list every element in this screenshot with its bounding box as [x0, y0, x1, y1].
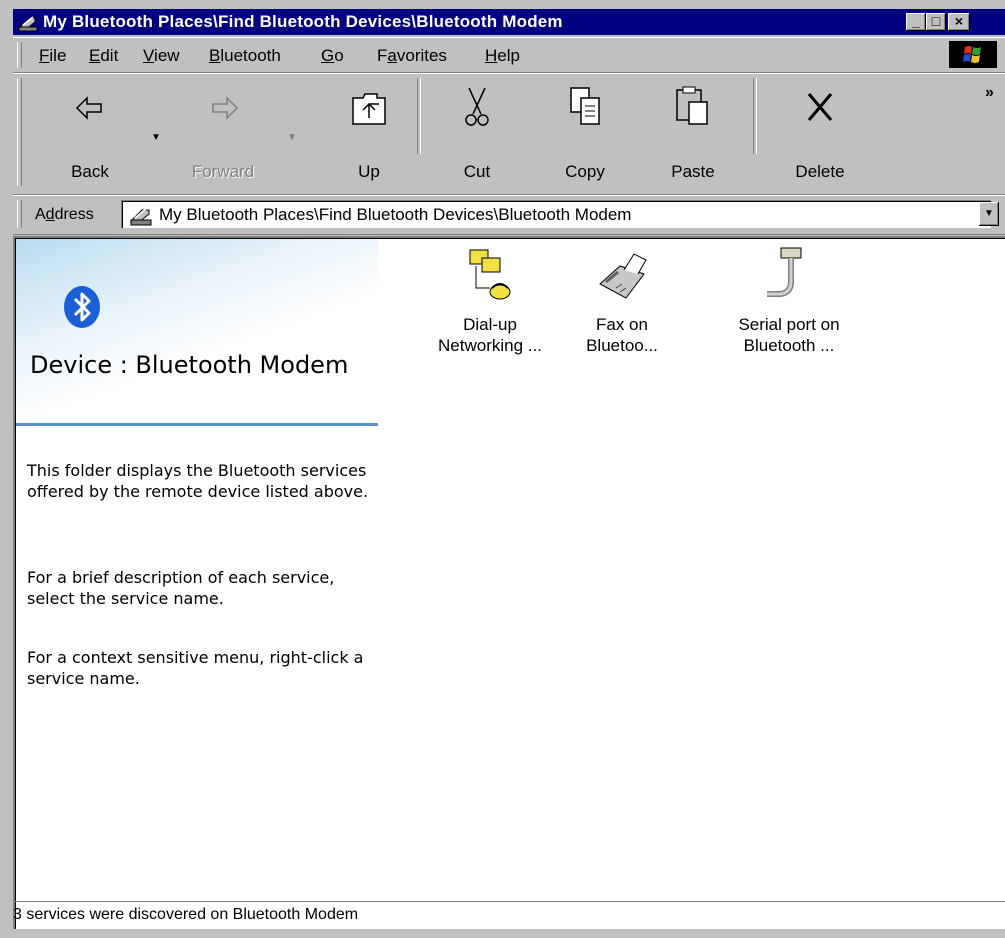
address-label: Address: [35, 206, 94, 223]
up-button[interactable]: Up: [329, 80, 409, 181]
menu-go[interactable]: Go: [321, 46, 344, 66]
explorer-window: My Bluetooth Places\Find Bluetooth Devic…: [0, 0, 1005, 938]
service-serial-port[interactable]: Serial port on Bluetooth ...: [714, 244, 864, 356]
maximize-button[interactable]: □: [926, 13, 946, 31]
forward-arrow-icon: [212, 96, 239, 120]
status-text: 3 services were discovered on Bluetooth …: [13, 906, 359, 923]
standard-toolbar: Back ▼ Forward ▼ Up Cut Copy Paste Delet…: [13, 73, 1005, 195]
back-button[interactable]: Back: [51, 80, 129, 181]
windows-logo-icon: [949, 41, 997, 68]
address-field[interactable]: My Bluetooth Places\Find Bluetooth Devic…: [121, 200, 991, 228]
address-bar: Address My Bluetooth Places\Find Bluetoo…: [13, 195, 1005, 235]
address-dropdown-button[interactable]: ▼: [979, 202, 999, 226]
clipboard-icon: [676, 86, 708, 125]
service-label: Dial-up Networking ...: [438, 315, 542, 355]
menu-edit[interactable]: Edit: [89, 46, 118, 66]
address-grip[interactable]: [17, 200, 22, 228]
close-button[interactable]: ×: [948, 13, 970, 31]
device-title: Device : Bluetooth Modem: [30, 351, 349, 379]
minimize-button[interactable]: _: [906, 13, 926, 31]
folder-view: Device : Bluetooth Modem This folder dis…: [13, 236, 1005, 929]
delete-button[interactable]: Delete: [775, 80, 865, 181]
address-value: My Bluetooth Places\Find Bluetooth Devic…: [159, 205, 632, 224]
status-bar: 3 services were discovered on Bluetooth …: [13, 901, 1005, 938]
menu-bar: File Edit View Bluetooth Go Favorites He…: [13, 37, 1005, 73]
service-fax[interactable]: Fax on Bluetoo...: [547, 244, 697, 356]
window-title: My Bluetooth Places\Find Bluetooth Devic…: [43, 12, 563, 31]
cut-button[interactable]: Cut: [437, 80, 517, 181]
panel-paragraph: This folder displays the Bluetooth servi…: [27, 461, 369, 501]
back-dropdown-icon[interactable]: ▼: [151, 132, 161, 143]
title-bar[interactable]: My Bluetooth Places\Find Bluetooth Devic…: [13, 9, 1005, 35]
menu-favorites[interactable]: Favorites: [377, 46, 447, 66]
toolbar-separator: [417, 78, 421, 154]
toolbar-overflow-button[interactable]: »: [985, 84, 994, 102]
delete-x-icon: [807, 93, 833, 121]
scissors-icon: [465, 87, 489, 126]
paste-button[interactable]: Paste: [649, 80, 737, 181]
copy-icon: [570, 87, 600, 125]
up-folder-icon: [352, 93, 386, 125]
dialup-networking-icon: [469, 249, 511, 300]
toolbar-separator: [753, 78, 757, 154]
service-label: Fax on Bluetoo...: [586, 315, 658, 355]
info-panel-banner: Device : Bluetooth Modem: [16, 239, 378, 419]
bluetooth-modem-icon: [130, 208, 152, 226]
menu-file[interactable]: File: [39, 46, 66, 66]
menu-grip[interactable]: [17, 42, 22, 68]
toolbar-grip[interactable]: [17, 78, 22, 186]
forward-button[interactable]: Forward: [173, 80, 273, 181]
bluetooth-icon: [64, 286, 100, 328]
menu-bluetooth[interactable]: Bluetooth: [209, 46, 281, 66]
panel-divider: [16, 423, 378, 426]
menu-help[interactable]: Help: [485, 46, 520, 66]
serial-port-icon: [767, 247, 802, 297]
back-arrow-icon: [75, 96, 102, 120]
menu-view[interactable]: View: [143, 46, 180, 66]
forward-dropdown-icon[interactable]: ▼: [287, 132, 297, 143]
service-label: Serial port on Bluetooth ...: [738, 315, 840, 355]
service-dialup-networking[interactable]: Dial-up Networking ...: [415, 244, 565, 356]
fax-icon: [599, 253, 647, 299]
panel-paragraph: For a context sensitive menu, right-clic…: [27, 648, 364, 688]
panel-paragraph: For a brief description of each service,…: [27, 568, 335, 608]
status-divider: [13, 901, 1005, 902]
bluetooth-modem-icon: [18, 16, 38, 32]
copy-button[interactable]: Copy: [545, 80, 625, 181]
